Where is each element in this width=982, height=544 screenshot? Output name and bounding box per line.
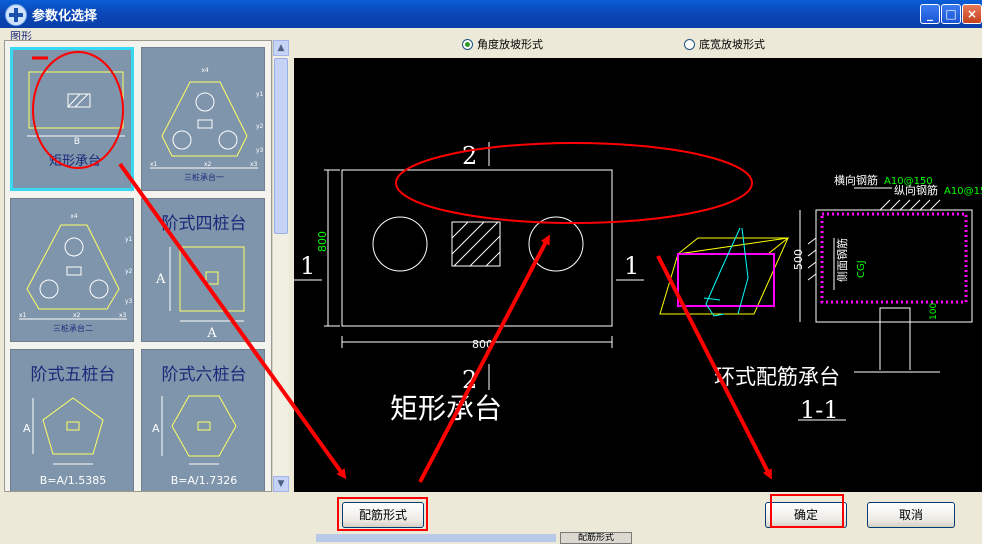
dim-y2: y2 [125,268,133,275]
thumb-step-four-pile[interactable]: 阶式四桩台 A A [141,198,265,342]
window-title: 参数化选择 [32,9,98,24]
radio-width-slope[interactable]: 底宽放坡形式 [684,36,765,52]
dim-y1: y1 [256,91,264,98]
cancel-button[interactable]: 取消 [867,502,955,528]
dim-y2: y2 [256,123,264,130]
thumb-three-pile-2-drawing: x4 y1 y2 y3 x1 x2 x3 三桩承台二 [19,213,133,333]
maximize-icon: □ [945,7,957,21]
dim-x1: x1 [19,312,27,319]
thumb-three-pile-2[interactable]: x4 y1 y2 y3 x1 x2 x3 三桩承台二 [10,198,134,342]
dim-100: 100 [929,303,939,320]
slope-mode-radios: 角度放坡形式 底宽放坡形式 [294,32,980,56]
thumb-step-five-pile[interactable]: 阶式五桩台 A B=A/1.5385 [10,349,134,491]
dim-800-left: 800 [316,231,329,252]
lbl-cgj: CGJ [856,260,867,278]
section-mark-right: 1 [624,252,639,280]
thumb-step-five-pile-label: 阶式五桩台 [31,365,116,385]
annotation-box-ok [770,494,844,528]
dim-y3: y3 [256,147,264,154]
formula: B=A/1.7326 [171,474,237,487]
annotation-ellipse [395,142,753,224]
lbl-transverse: 横向钢筋 [834,173,878,187]
radio-width-slope-label: 底宽放坡形式 [699,38,765,51]
thumb-step-four-pile-drawing: 阶式四桩台 A A [155,214,247,341]
minimize-button[interactable]: _ [920,4,940,24]
lbl-longitudinal: 纵向钢筋 [894,183,938,197]
thumb-rect-drawing: B 矩形承台 [27,71,125,169]
thumb-rect-label: 矩形承台 [49,154,101,169]
thumb-rect-dim-b: B [74,137,80,147]
gallery-scrollbar[interactable]: ▲ ▼ [272,40,289,492]
minimize-icon: _ [927,7,933,21]
lbl-side: 侧面钢筋 [835,238,849,282]
thumb-three-pile-1-label: 三桩承台一 [184,172,224,182]
dim-x3: x3 [119,312,127,319]
dim-a: A [23,422,31,435]
ring-title: 环式配筋承台 [714,365,840,389]
dim-x3: x3 [250,161,258,168]
dim-x2: x2 [73,312,81,319]
dim-y3: y3 [125,298,133,305]
cad-preview: 2 800 800 1 1 2 矩形承台 500 100 横向钢筋 A10@15… [294,58,982,492]
cad-drawing: 2 800 800 1 1 2 矩形承台 500 100 横向钢筋 A10@15… [294,142,982,425]
dim-a: A [152,422,160,435]
thumb-step-six-pile[interactable]: 阶式六桩台 A B=A/1.7326 [141,349,265,491]
dim-x1: x1 [150,161,158,168]
lbl-longitudinal-val: A10@15 [944,186,982,197]
dim-x2: x2 [204,161,212,168]
shape-gallery: B 矩形承台 x4 y1 y2 y3 x1 x2 x3 三桩承台一 x4 y1 … [4,40,272,492]
radio-angle-slope[interactable]: 角度放坡形式 [462,36,543,52]
thumb-three-pile-1[interactable]: x4 y1 y2 y3 x1 x2 x3 三桩承台一 [141,47,265,191]
close-button[interactable]: × [962,4,982,24]
dim-a-bottom: A [206,326,217,341]
thumb-step-six-pile-drawing: 阶式六桩台 A B=A/1.7326 [152,365,247,487]
formula: B=A/1.5385 [40,474,106,487]
section-mark-left: 1 [300,252,315,280]
title-bar[interactable]: 参数化选择 _ □ × [0,0,982,28]
thumb-rect-cap[interactable]: B 矩形承台 [10,47,134,191]
annotation-box-rebar [337,497,428,531]
close-icon: × [966,7,978,21]
scroll-thumb[interactable] [274,58,288,234]
underlying-rebar-button[interactable]: 配筋形式 [560,532,632,544]
dim-y1: y1 [125,236,133,243]
dim-x4: x4 [70,213,78,220]
dim-800-bottom: 800 [472,338,493,351]
radio-angle-slope-label: 角度放坡形式 [477,38,543,51]
thumb-step-four-pile-label: 阶式四桩台 [162,214,247,234]
section-mark-top: 2 [462,142,477,170]
maximize-button[interactable]: □ [941,4,961,24]
scroll-down-button[interactable]: ▼ [273,476,289,492]
dim-x4: x4 [201,67,209,74]
thumb-step-six-pile-label: 阶式六桩台 [162,365,247,385]
section-mark-bottom: 2 [462,366,477,394]
underlying-window-strip [316,534,556,542]
thumb-step-five-pile-drawing: 阶式五桩台 A B=A/1.5385 [23,365,116,487]
dim-500: 500 [792,249,805,270]
thumb-three-pile-1-drawing: x4 y1 y2 y3 x1 x2 x3 三桩承台一 [150,67,264,182]
thumb-three-pile-2-label: 三桩承台二 [53,323,93,333]
app-icon [5,4,27,26]
dim-a-left: A [155,272,166,287]
scroll-up-button[interactable]: ▲ [273,40,289,56]
drawing-name: 矩形承台 [390,392,502,425]
radio-dot-unchecked[interactable] [684,38,695,50]
radio-dot-checked[interactable] [462,38,473,50]
